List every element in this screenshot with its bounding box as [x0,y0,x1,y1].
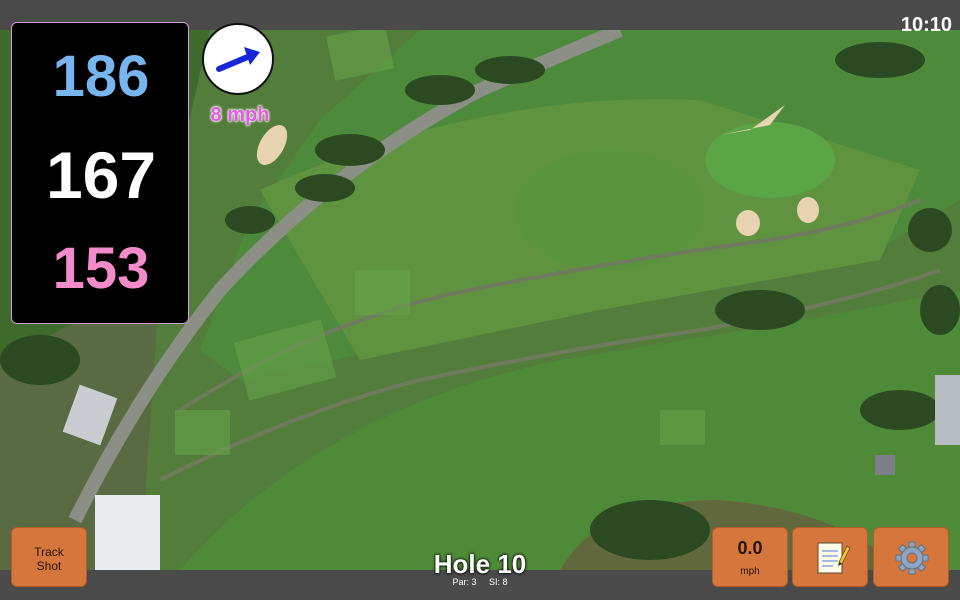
gear-icon [895,541,929,575]
middle-distance: 167 [45,138,157,212]
arrow-right-icon [216,47,260,72]
settings-button[interactable] [873,527,949,587]
front-distance: 153 [52,236,150,301]
clock: 10:10 [900,14,952,36]
wind-value: 0.0 [737,538,763,558]
wind-speed-label: 8 mph [210,104,270,126]
wind-button[interactable]: 0.0 mph [712,527,788,587]
stroke-index-label: SI: 8 [489,577,508,587]
notes-button[interactable] [792,527,868,587]
distance-panel: 186 167 153 [11,22,189,324]
back-distance: 186 [52,44,150,109]
wind-unit: mph [740,566,760,577]
track-shot-label-line1: Track [34,545,64,559]
wind-compass [202,23,274,95]
par-label: Par: 3 [452,577,477,587]
notepad-icon [817,542,851,574]
track-shot-button[interactable]: Track Shot [11,527,87,587]
hole-info: Par: 3 SI: 8 [380,577,580,587]
hole-title: Hole 10 [433,549,527,579]
track-shot-label-line2: Shot [36,559,62,573]
